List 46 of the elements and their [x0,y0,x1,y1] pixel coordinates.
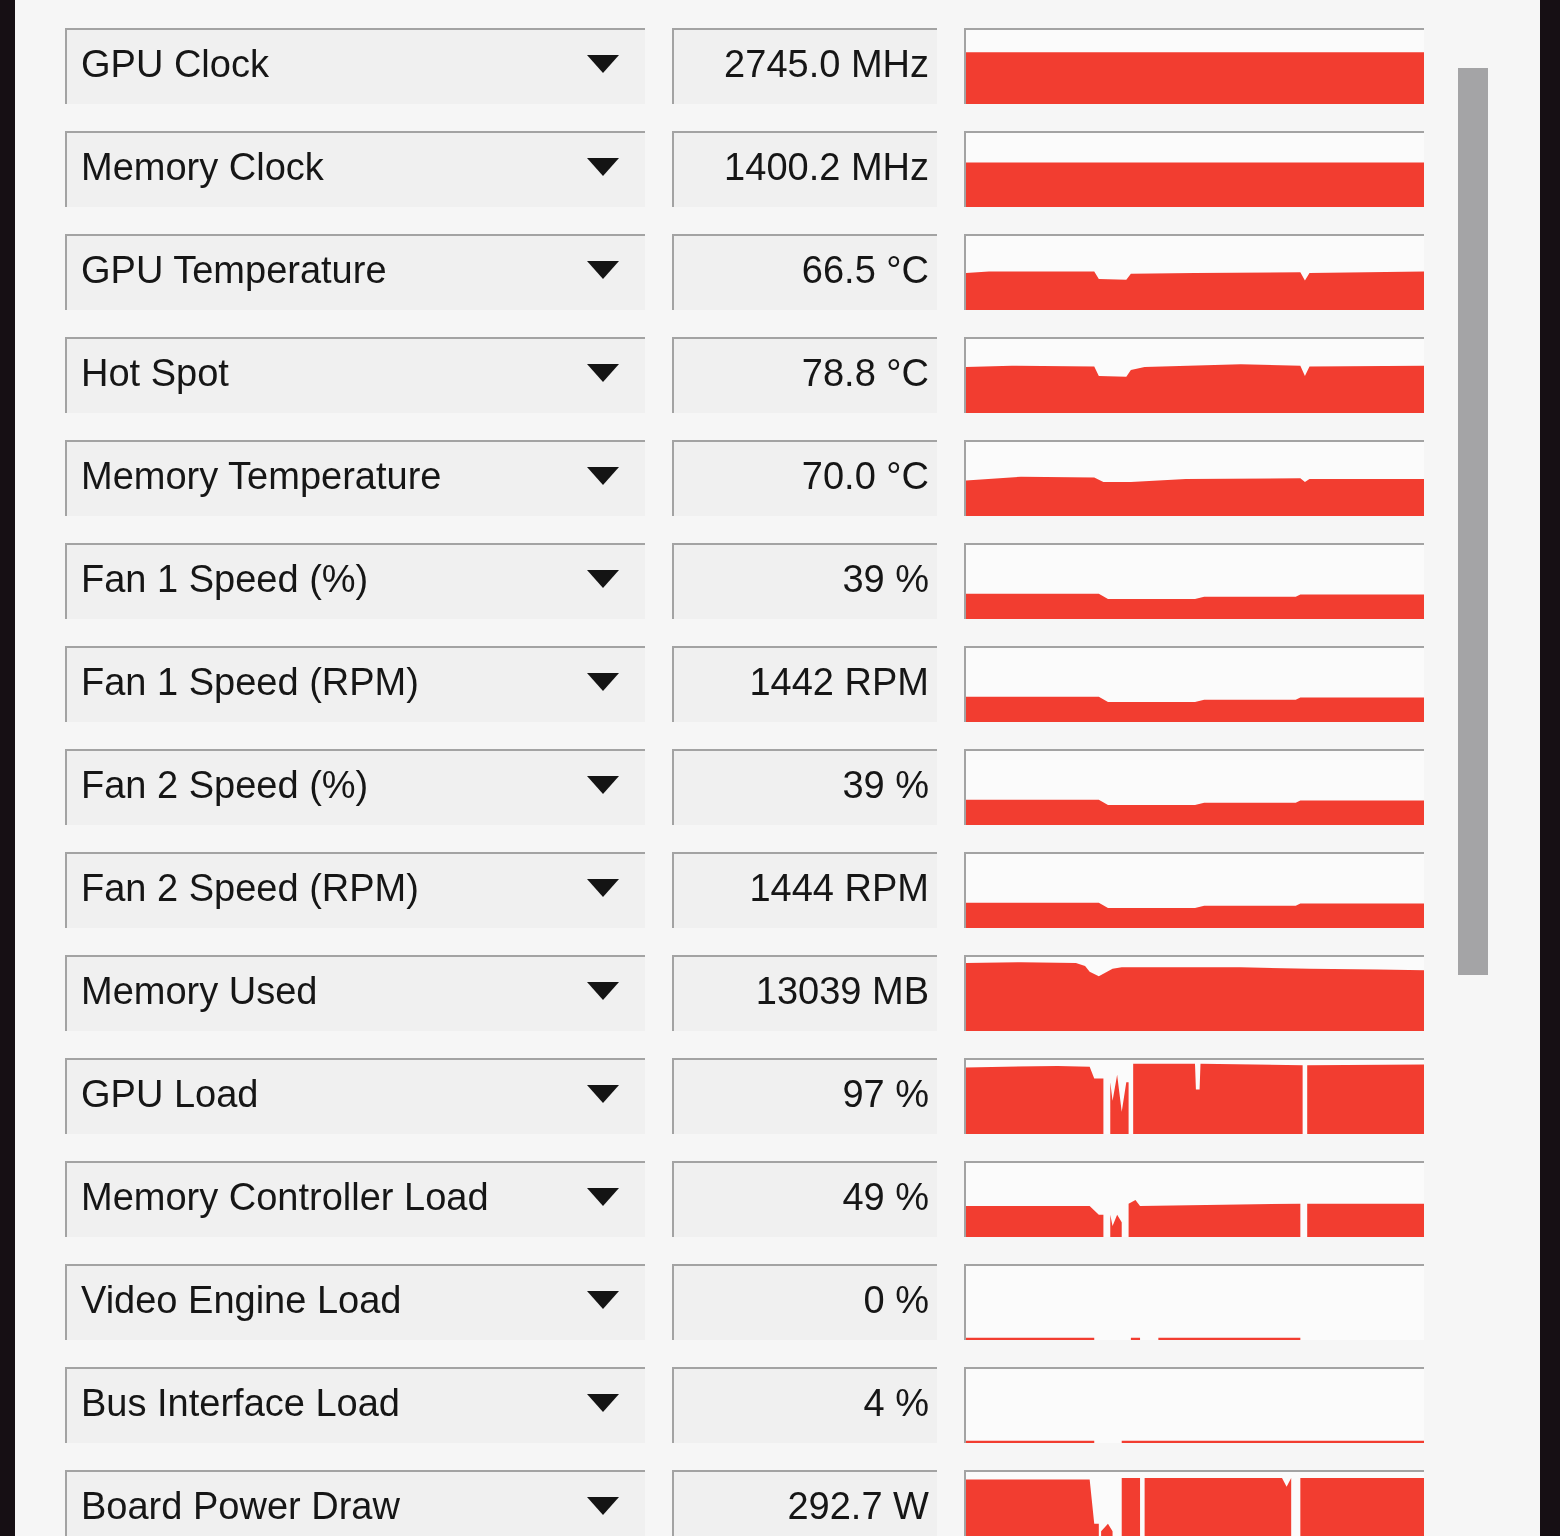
sensor-name-dropdown[interactable]: GPU Clock [65,28,645,104]
sensor-name-dropdown[interactable]: Memory Used [65,955,645,1031]
sensor-value: 39 % [672,543,937,619]
sensor-name-dropdown[interactable]: Fan 2 Speed (%) [65,749,645,825]
sensor-value: 49 % [672,1161,937,1237]
caret-icon [587,570,619,588]
sensor-value: 97 % [672,1058,937,1134]
sensor-name-dropdown[interactable]: Bus Interface Load [65,1367,645,1443]
sensor-value: 1444 RPM [672,852,937,928]
sensor-value: 2745.0 MHz [672,28,937,104]
sensor-name-dropdown[interactable]: Memory Controller Load [65,1161,645,1237]
sensor-value: 66.5 °C [672,234,937,310]
sensor-value: 78.8 °C [672,337,937,413]
sensor-name-dropdown[interactable]: Hot Spot [65,337,645,413]
caret-icon [587,879,619,897]
sensor-name-dropdown[interactable]: Fan 2 Speed (RPM) [65,852,645,928]
caret-icon [587,55,619,73]
caret-icon [587,364,619,382]
caret-icon [587,1394,619,1412]
sensor-value: 1400.2 MHz [672,131,937,207]
sensor-name-dropdown[interactable]: GPU Temperature [65,234,645,310]
sensor-value: 1442 RPM [672,646,937,722]
sensor-value: 13039 MB [672,955,937,1031]
sensor-name-dropdown[interactable]: GPU Load [65,1058,645,1134]
scrollbar-thumb[interactable] [1458,68,1488,975]
sensor-name-dropdown[interactable]: Memory Clock [65,131,645,207]
caret-icon [587,1291,619,1309]
sensor-name-dropdown[interactable]: Video Engine Load [65,1264,645,1340]
caret-icon [587,1188,619,1206]
sensor-value: 39 % [672,749,937,825]
sensor-name-dropdown[interactable]: Fan 1 Speed (%) [65,543,645,619]
sensor-name-dropdown[interactable]: Memory Temperature [65,440,645,516]
caret-icon [587,1085,619,1103]
sensor-value: 292.7 W [672,1470,937,1536]
caret-icon [587,776,619,794]
sensor-name-dropdown[interactable]: Fan 1 Speed (RPM) [65,646,645,722]
sensor-name-dropdown[interactable]: Board Power Draw [65,1470,645,1536]
caret-icon [587,261,619,279]
sensor-value: 0 % [672,1264,937,1340]
caret-icon [587,673,619,691]
caret-icon [587,158,619,176]
caret-icon [587,982,619,1000]
caret-icon [587,467,619,485]
caret-icon [587,1497,619,1515]
sensor-value: 4 % [672,1367,937,1443]
sensor-value: 70.0 °C [672,440,937,516]
